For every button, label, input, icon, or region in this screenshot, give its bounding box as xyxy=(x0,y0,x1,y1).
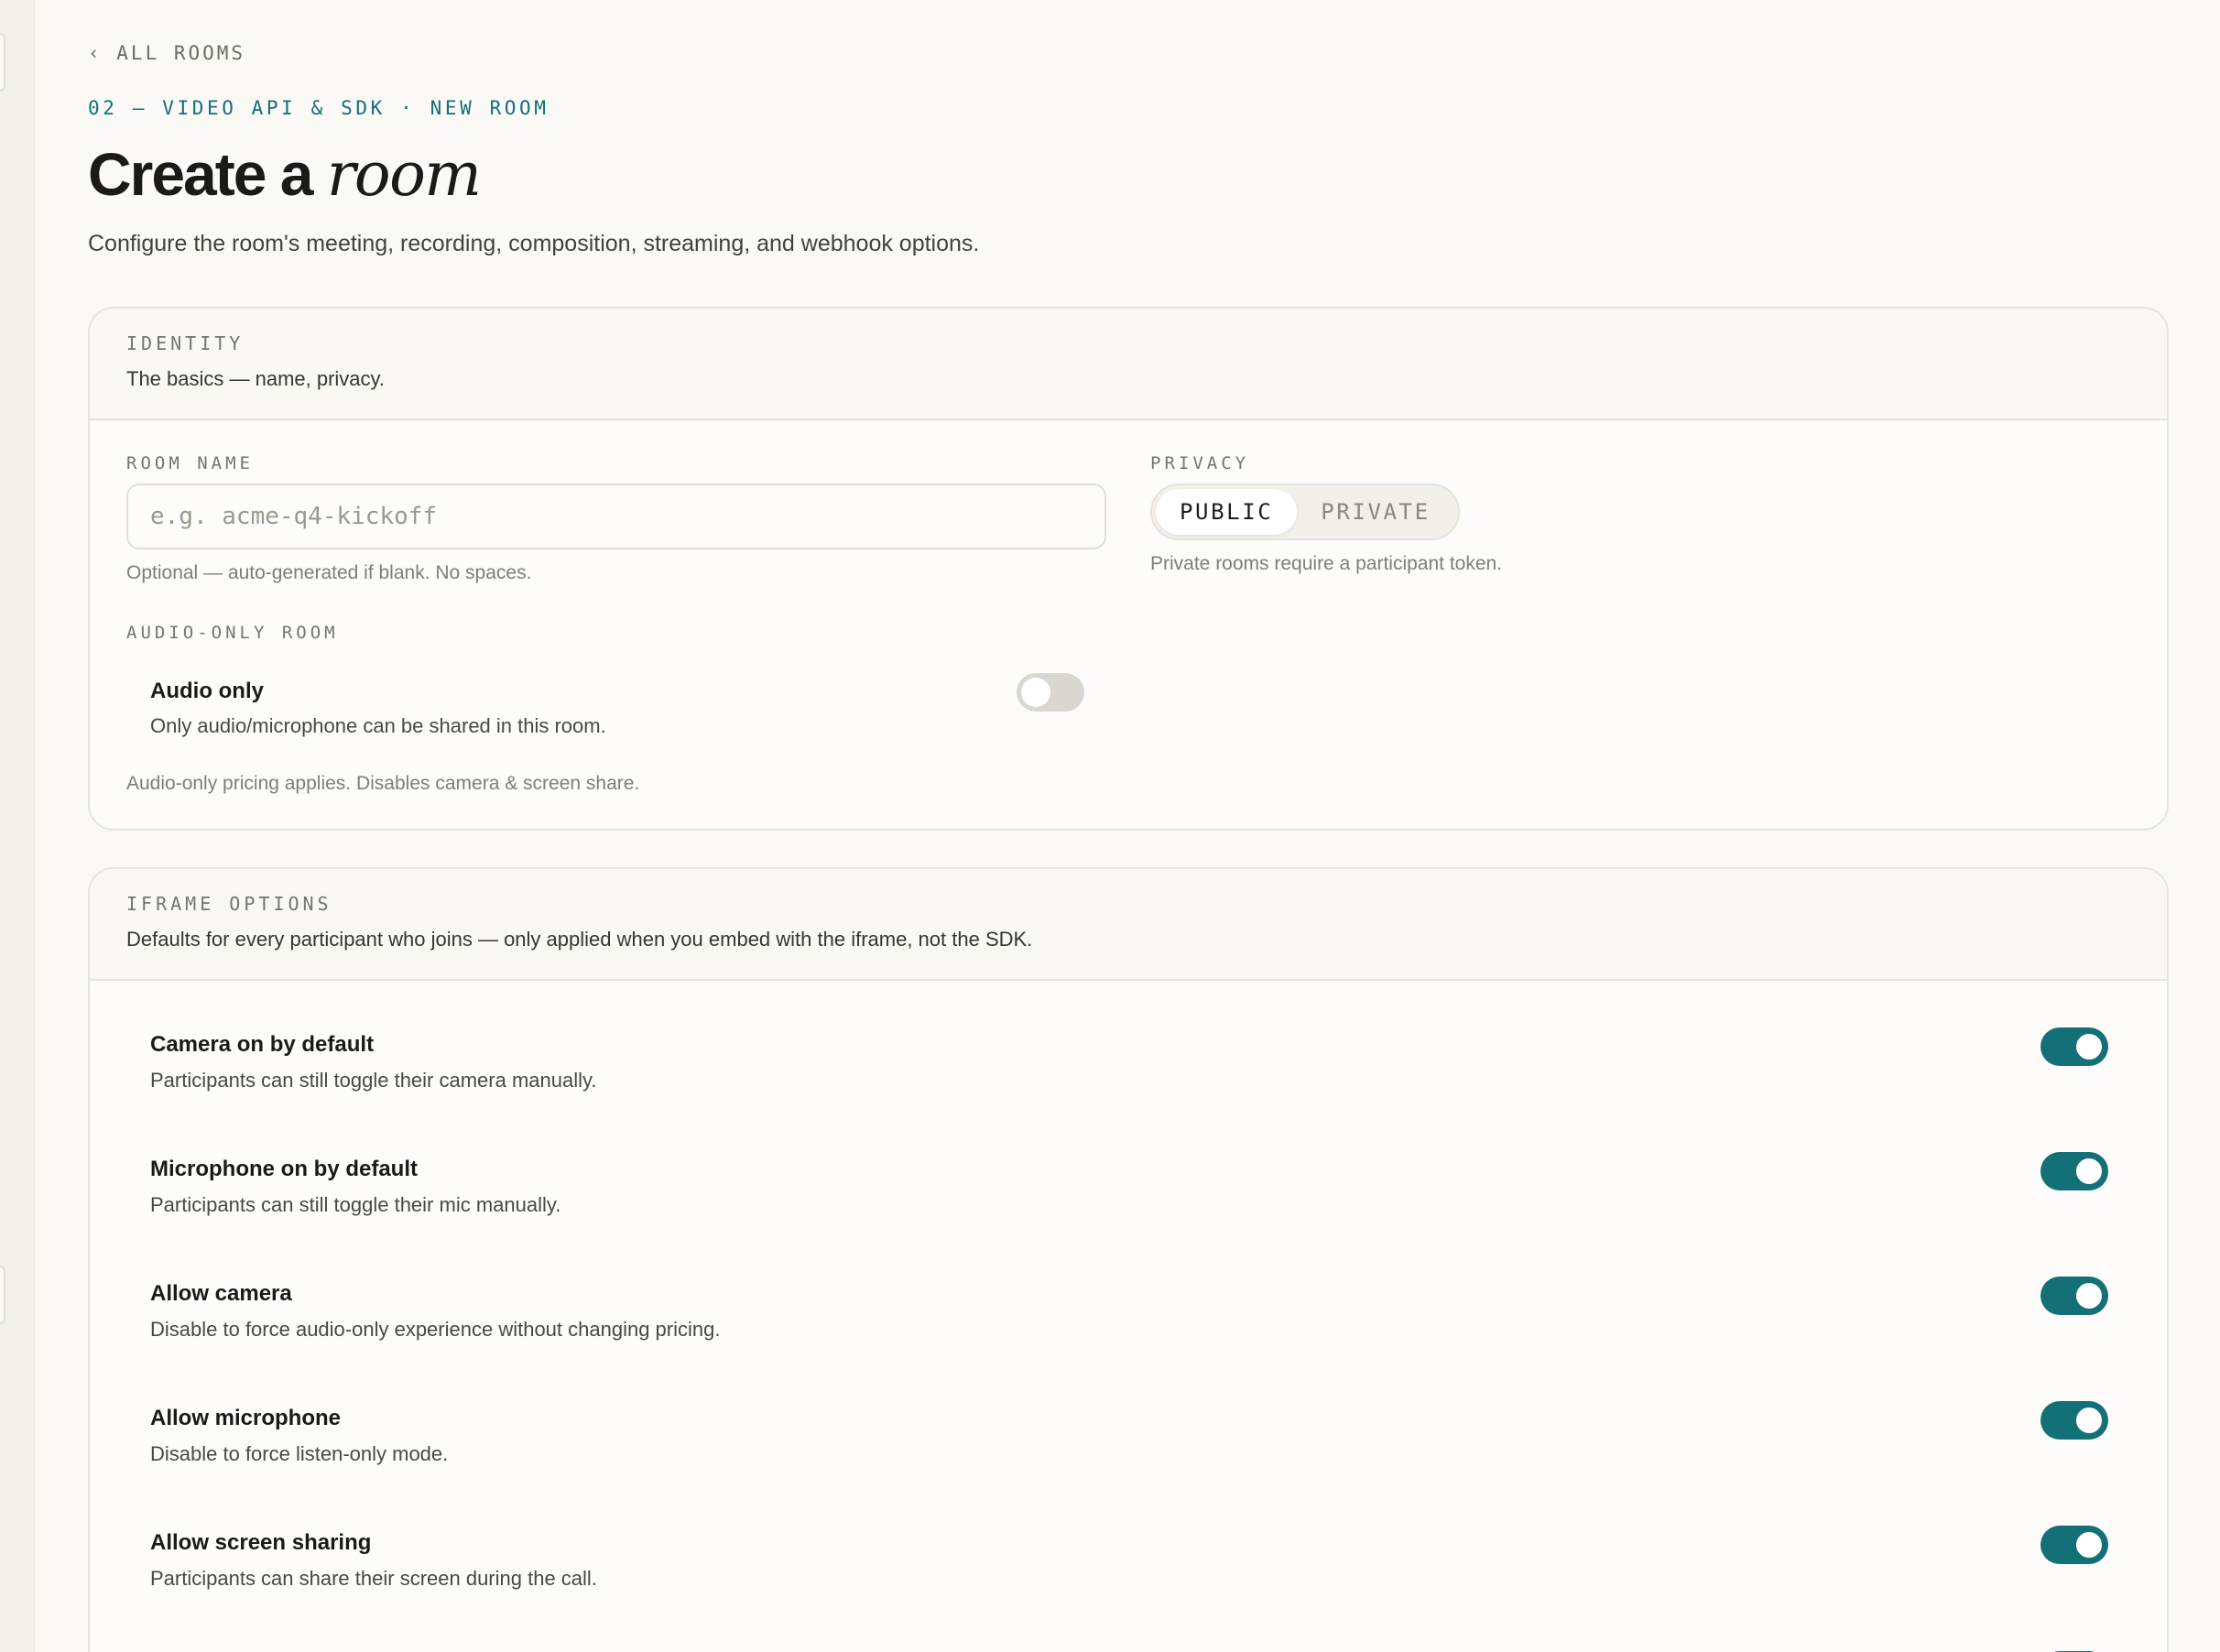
rail-handle-top[interactable] xyxy=(0,33,5,92)
privacy-option-public[interactable]: PUBLIC xyxy=(1156,489,1298,535)
iframe-options-card-header: IFRAME OPTIONS Defaults for every partic… xyxy=(90,869,2167,981)
room-name-input[interactable] xyxy=(126,484,1106,549)
page-subtitle: Configure the room's meeting, recording,… xyxy=(88,231,980,256)
back-to-all-rooms-link[interactable]: ‹ ALL ROOMS xyxy=(88,42,245,64)
allow-screenshare-title: Allow screen sharing xyxy=(150,1530,372,1555)
identity-section-label: IDENTITY xyxy=(126,332,245,354)
audio-only-description: Only audio/microphone can be shared in t… xyxy=(150,714,606,737)
page-title-plain: Create a xyxy=(88,140,313,208)
allow-screenshare-toggle[interactable] xyxy=(2040,1526,2108,1564)
allow-screenshare-description: Participants can share their screen duri… xyxy=(150,1567,597,1590)
camera-default-description: Participants can still toggle their came… xyxy=(150,1069,597,1092)
toggle-knob xyxy=(2074,1406,2104,1435)
page-title: Create a room xyxy=(88,137,482,212)
mic-default-title: Microphone on by default xyxy=(150,1157,418,1181)
toggle-knob xyxy=(2074,1281,2104,1310)
audio-only-toggle[interactable] xyxy=(1017,673,1084,712)
rail-handle-bottom[interactable] xyxy=(0,1266,5,1324)
room-name-helper: Optional — auto-generated if blank. No s… xyxy=(126,562,532,583)
iframe-options-section-description: Defaults for every participant who joins… xyxy=(126,928,1033,951)
toggle-knob xyxy=(1021,678,1050,707)
toggle-knob xyxy=(2074,1032,2104,1061)
privacy-label: PRIVACY xyxy=(1150,453,1250,473)
toggle-knob xyxy=(2074,1157,2104,1186)
allow-mic-description: Disable to force listen-only mode. xyxy=(150,1442,449,1465)
identity-section-description: The basics — name, privacy. xyxy=(126,367,386,390)
identity-card-header: IDENTITY The basics — name, privacy. xyxy=(90,309,2167,420)
room-name-label: ROOM NAME xyxy=(126,453,254,473)
allow-camera-toggle[interactable] xyxy=(2040,1277,2108,1315)
camera-default-title: Camera on by default xyxy=(150,1032,375,1057)
allow-mic-title: Allow microphone xyxy=(150,1406,342,1430)
iframe-options-section-label: IFRAME OPTIONS xyxy=(126,893,332,915)
camera-default-toggle[interactable] xyxy=(2040,1027,2108,1066)
privacy-helper: Private rooms require a participant toke… xyxy=(1150,553,1503,574)
page-title-italic: room xyxy=(326,139,482,210)
identity-card: IDENTITY The basics — name, privacy. ROO… xyxy=(88,307,2169,831)
allow-camera-title: Allow camera xyxy=(150,1281,292,1306)
allow-mic-toggle[interactable] xyxy=(2040,1401,2108,1440)
iframe-options-card: IFRAME OPTIONS Defaults for every partic… xyxy=(88,867,2169,1652)
privacy-segmented-control: PUBLIC PRIVATE xyxy=(1150,484,1460,540)
allow-camera-description: Disable to force audio-only experience w… xyxy=(150,1318,721,1341)
audio-only-label: AUDIO-ONLY ROOM xyxy=(126,623,339,643)
left-rail xyxy=(0,0,35,1652)
page-eyebrow: 02 — VIDEO API & SDK · NEW ROOM xyxy=(88,97,550,119)
mic-default-description: Participants can still toggle their mic … xyxy=(150,1193,561,1216)
toggle-knob xyxy=(2074,1530,2104,1560)
mic-default-toggle[interactable] xyxy=(2040,1152,2108,1190)
audio-only-title: Audio only xyxy=(150,679,264,703)
privacy-option-private[interactable]: PRIVATE xyxy=(1297,489,1453,535)
audio-only-note: Audio-only pricing applies. Disables cam… xyxy=(126,773,640,794)
